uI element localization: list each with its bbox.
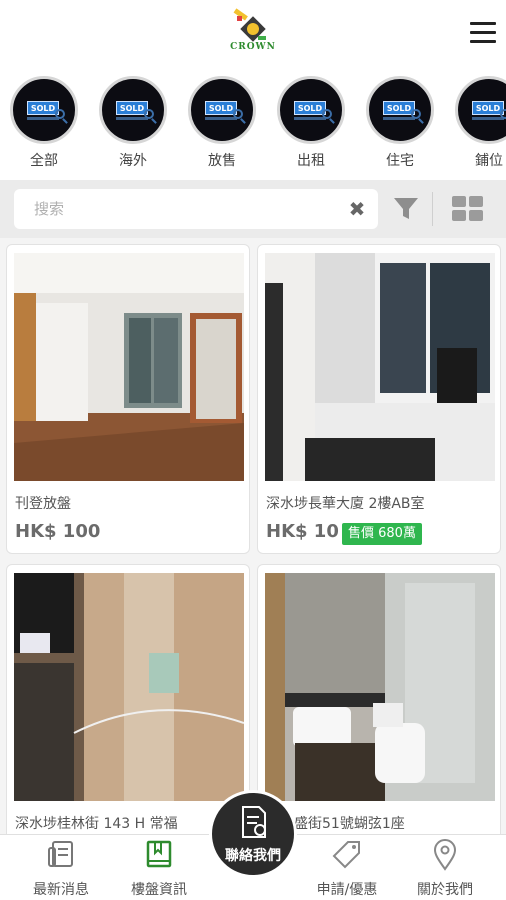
category-image: SOLD <box>10 76 78 144</box>
nav-about-us[interactable]: 關於我們 <box>400 835 490 900</box>
listing-photo[interactable] <box>265 573 495 801</box>
divider <box>432 192 433 226</box>
category-all[interactable]: SOLD 全部 <box>8 76 80 170</box>
category-image: SOLD <box>366 76 434 144</box>
app-root: CROWN SOLD 全部 SOLD 海外 SOLD 放售 SOLD 出租 SO… <box>0 0 506 900</box>
listing-title: 刊登放盤 <box>15 496 71 512</box>
listing-card[interactable]: 刊登放盤 HK$ 100 <box>6 244 250 554</box>
magnifier-icon <box>233 109 243 119</box>
magnifier-icon <box>411 109 421 119</box>
nav-label: 申請/優惠 <box>316 882 378 898</box>
contact-document-icon <box>239 805 269 841</box>
news-icon <box>46 839 76 871</box>
listing-photo[interactable] <box>14 253 244 481</box>
nav-property-info[interactable]: 樓盤資訊 <box>114 835 204 900</box>
category-label: 鋪位 <box>475 153 503 169</box>
location-pin-icon <box>430 839 460 871</box>
sale-price-badge: 售價 680萬 <box>342 523 422 545</box>
category-residential[interactable]: SOLD 住宅 <box>364 76 436 170</box>
category-label: 住宅 <box>386 153 414 169</box>
tag-icon <box>332 839 362 871</box>
nav-label: 最新消息 <box>33 882 89 898</box>
grid-view-icon[interactable] <box>452 196 484 224</box>
clear-icon[interactable]: ✖ <box>348 199 366 219</box>
category-shops[interactable]: SOLD 鋪位 <box>453 76 506 170</box>
category-for-rent[interactable]: SOLD 出租 <box>275 76 347 170</box>
category-image: SOLD <box>188 76 256 144</box>
magnifier-icon <box>500 109 506 119</box>
book-icon <box>144 839 174 871</box>
magnifier-icon <box>322 109 332 119</box>
hamburger-menu-icon[interactable] <box>470 22 496 46</box>
nav-label: 關於我們 <box>417 882 473 898</box>
contact-us-button[interactable]: 聯絡我們 <box>209 790 297 878</box>
search-box: ✖ <box>14 189 378 229</box>
filter-icon[interactable] <box>392 196 420 222</box>
category-label: 海外 <box>119 153 147 169</box>
header: CROWN <box>0 0 506 70</box>
listing-grid: 刊登放盤 HK$ 100 深水埗長華大廈 2樓AB室 HK$ 10 售價 680… <box>0 238 506 834</box>
listing-title: 深水埗長華大廈 2樓AB室 <box>266 496 425 512</box>
category-label: 放售 <box>208 153 236 169</box>
category-strip: SOLD 全部 SOLD 海外 SOLD 放售 SOLD 出租 SOLD 住宅 … <box>0 76 506 176</box>
magnifier-icon <box>55 109 65 119</box>
nav-apply-offers[interactable]: 申請/優惠 <box>302 835 392 900</box>
listing-card[interactable]: 深水埗桂林街 143 H 常福 <box>6 564 250 834</box>
search-bar: ✖ <box>0 180 506 238</box>
search-input[interactable] <box>34 189 334 229</box>
category-label: 全部 <box>30 153 58 169</box>
category-image: SOLD <box>99 76 167 144</box>
category-image: SOLD <box>455 76 506 144</box>
category-for-sale[interactable]: SOLD 放售 <box>186 76 258 170</box>
listing-photo[interactable] <box>265 253 495 481</box>
magnifier-icon <box>144 109 154 119</box>
nav-news[interactable]: 最新消息 <box>16 835 106 900</box>
listing-title: 灣豐盛街51號蝴弦1座 <box>266 816 405 832</box>
listing-card[interactable]: 灣豐盛街51號蝴弦1座 <box>257 564 501 834</box>
category-label: 出租 <box>297 153 325 169</box>
category-overseas[interactable]: SOLD 海外 <box>97 76 169 170</box>
contact-us-label: 聯絡我們 <box>225 848 281 864</box>
listing-photo[interactable] <box>14 573 244 801</box>
category-image: SOLD <box>277 76 345 144</box>
listing-price: HK$ 100 <box>15 521 101 542</box>
logo-text: CROWN <box>230 42 276 52</box>
listing-price: HK$ 10 <box>266 521 339 542</box>
crown-logo-icon[interactable]: CROWN <box>224 8 282 60</box>
nav-label: 樓盤資訊 <box>131 882 187 898</box>
listing-card[interactable]: 深水埗長華大廈 2樓AB室 HK$ 10 售價 680萬 <box>257 244 501 554</box>
